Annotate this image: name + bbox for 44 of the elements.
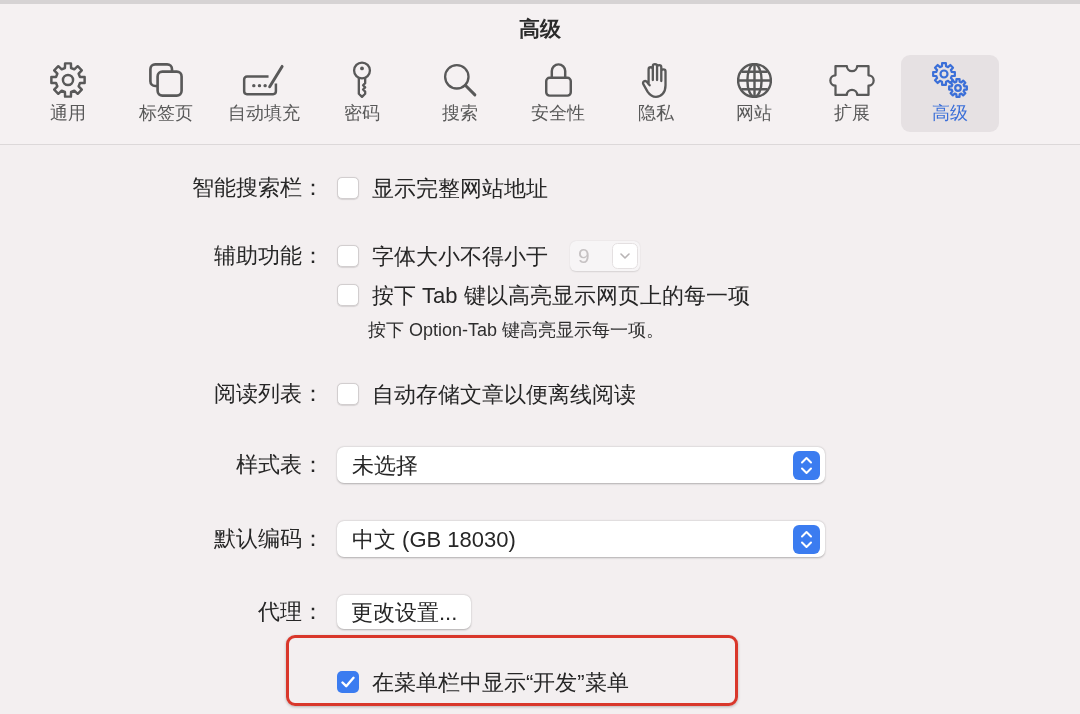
globe-icon	[736, 62, 772, 98]
toolbar-tab[interactable]: 自动填充	[215, 55, 313, 132]
toolbar-tab[interactable]: 标签页	[117, 55, 215, 132]
toolbar-tab[interactable]: 通用	[19, 55, 117, 132]
toolbar-tab[interactable]: 安全性	[509, 55, 607, 132]
checkbox-label: 按下 Tab 键以高亮显示网页上的每一项	[372, 281, 750, 310]
setting-label: 样式表：	[236, 452, 324, 477]
chevron-up-down-icon	[793, 450, 820, 480]
checkbox[interactable]	[337, 245, 359, 267]
checkbox-label: 显示完整网站地址	[372, 174, 548, 203]
checkmark-icon	[341, 676, 355, 688]
lock-icon	[543, 62, 573, 98]
checkbox[interactable]	[337, 177, 359, 199]
toolbar-tab[interactable]: 高级	[901, 55, 999, 132]
change-settings-button[interactable]: 更改设置...	[337, 595, 472, 629]
search-icon	[443, 63, 477, 97]
gear-icon	[50, 62, 86, 98]
checkbox[interactable]	[337, 284, 359, 306]
setting-label: 辅助功能：	[214, 243, 324, 268]
popup-menu[interactable]: 未选择	[337, 447, 825, 483]
checkbox-label: 自动存储文章以便离线阅读	[372, 380, 636, 409]
window-title: 高级	[519, 17, 561, 41]
puzzle-icon	[828, 63, 876, 97]
popup-menu[interactable]: 中文 (GB 18030)	[337, 521, 825, 557]
checkbox[interactable]	[337, 383, 359, 405]
toolbar-tab[interactable]: 网站	[705, 55, 803, 132]
checkbox-label: 字体大小不得小于	[372, 242, 548, 271]
checkbox[interactable]	[337, 671, 359, 693]
setting-label: 代理：	[258, 599, 324, 624]
key-icon	[350, 61, 374, 99]
toolbar-tab[interactable]: 隐私	[607, 55, 705, 132]
toolbar-tab[interactable]: 密码	[313, 55, 411, 132]
toolbar-tab[interactable]: 搜索	[411, 55, 509, 132]
setting-label: 默认编码：	[214, 526, 324, 551]
hint-text: 按下 Option-Tab 键高亮显示每一项。	[368, 319, 665, 341]
chevron-up-down-icon	[793, 524, 820, 554]
toolbar-tab[interactable]: 扩展	[803, 55, 901, 132]
gears-icon	[931, 61, 969, 99]
keyboard-pencil-icon	[242, 63, 286, 97]
setting-label: 阅读列表：	[214, 381, 324, 406]
checkbox-label: 在菜单栏中显示“开发”菜单	[372, 668, 629, 697]
setting-label: 智能搜索栏：	[192, 175, 324, 200]
chevron-down-icon	[612, 243, 638, 269]
tabs-icon	[148, 62, 184, 98]
